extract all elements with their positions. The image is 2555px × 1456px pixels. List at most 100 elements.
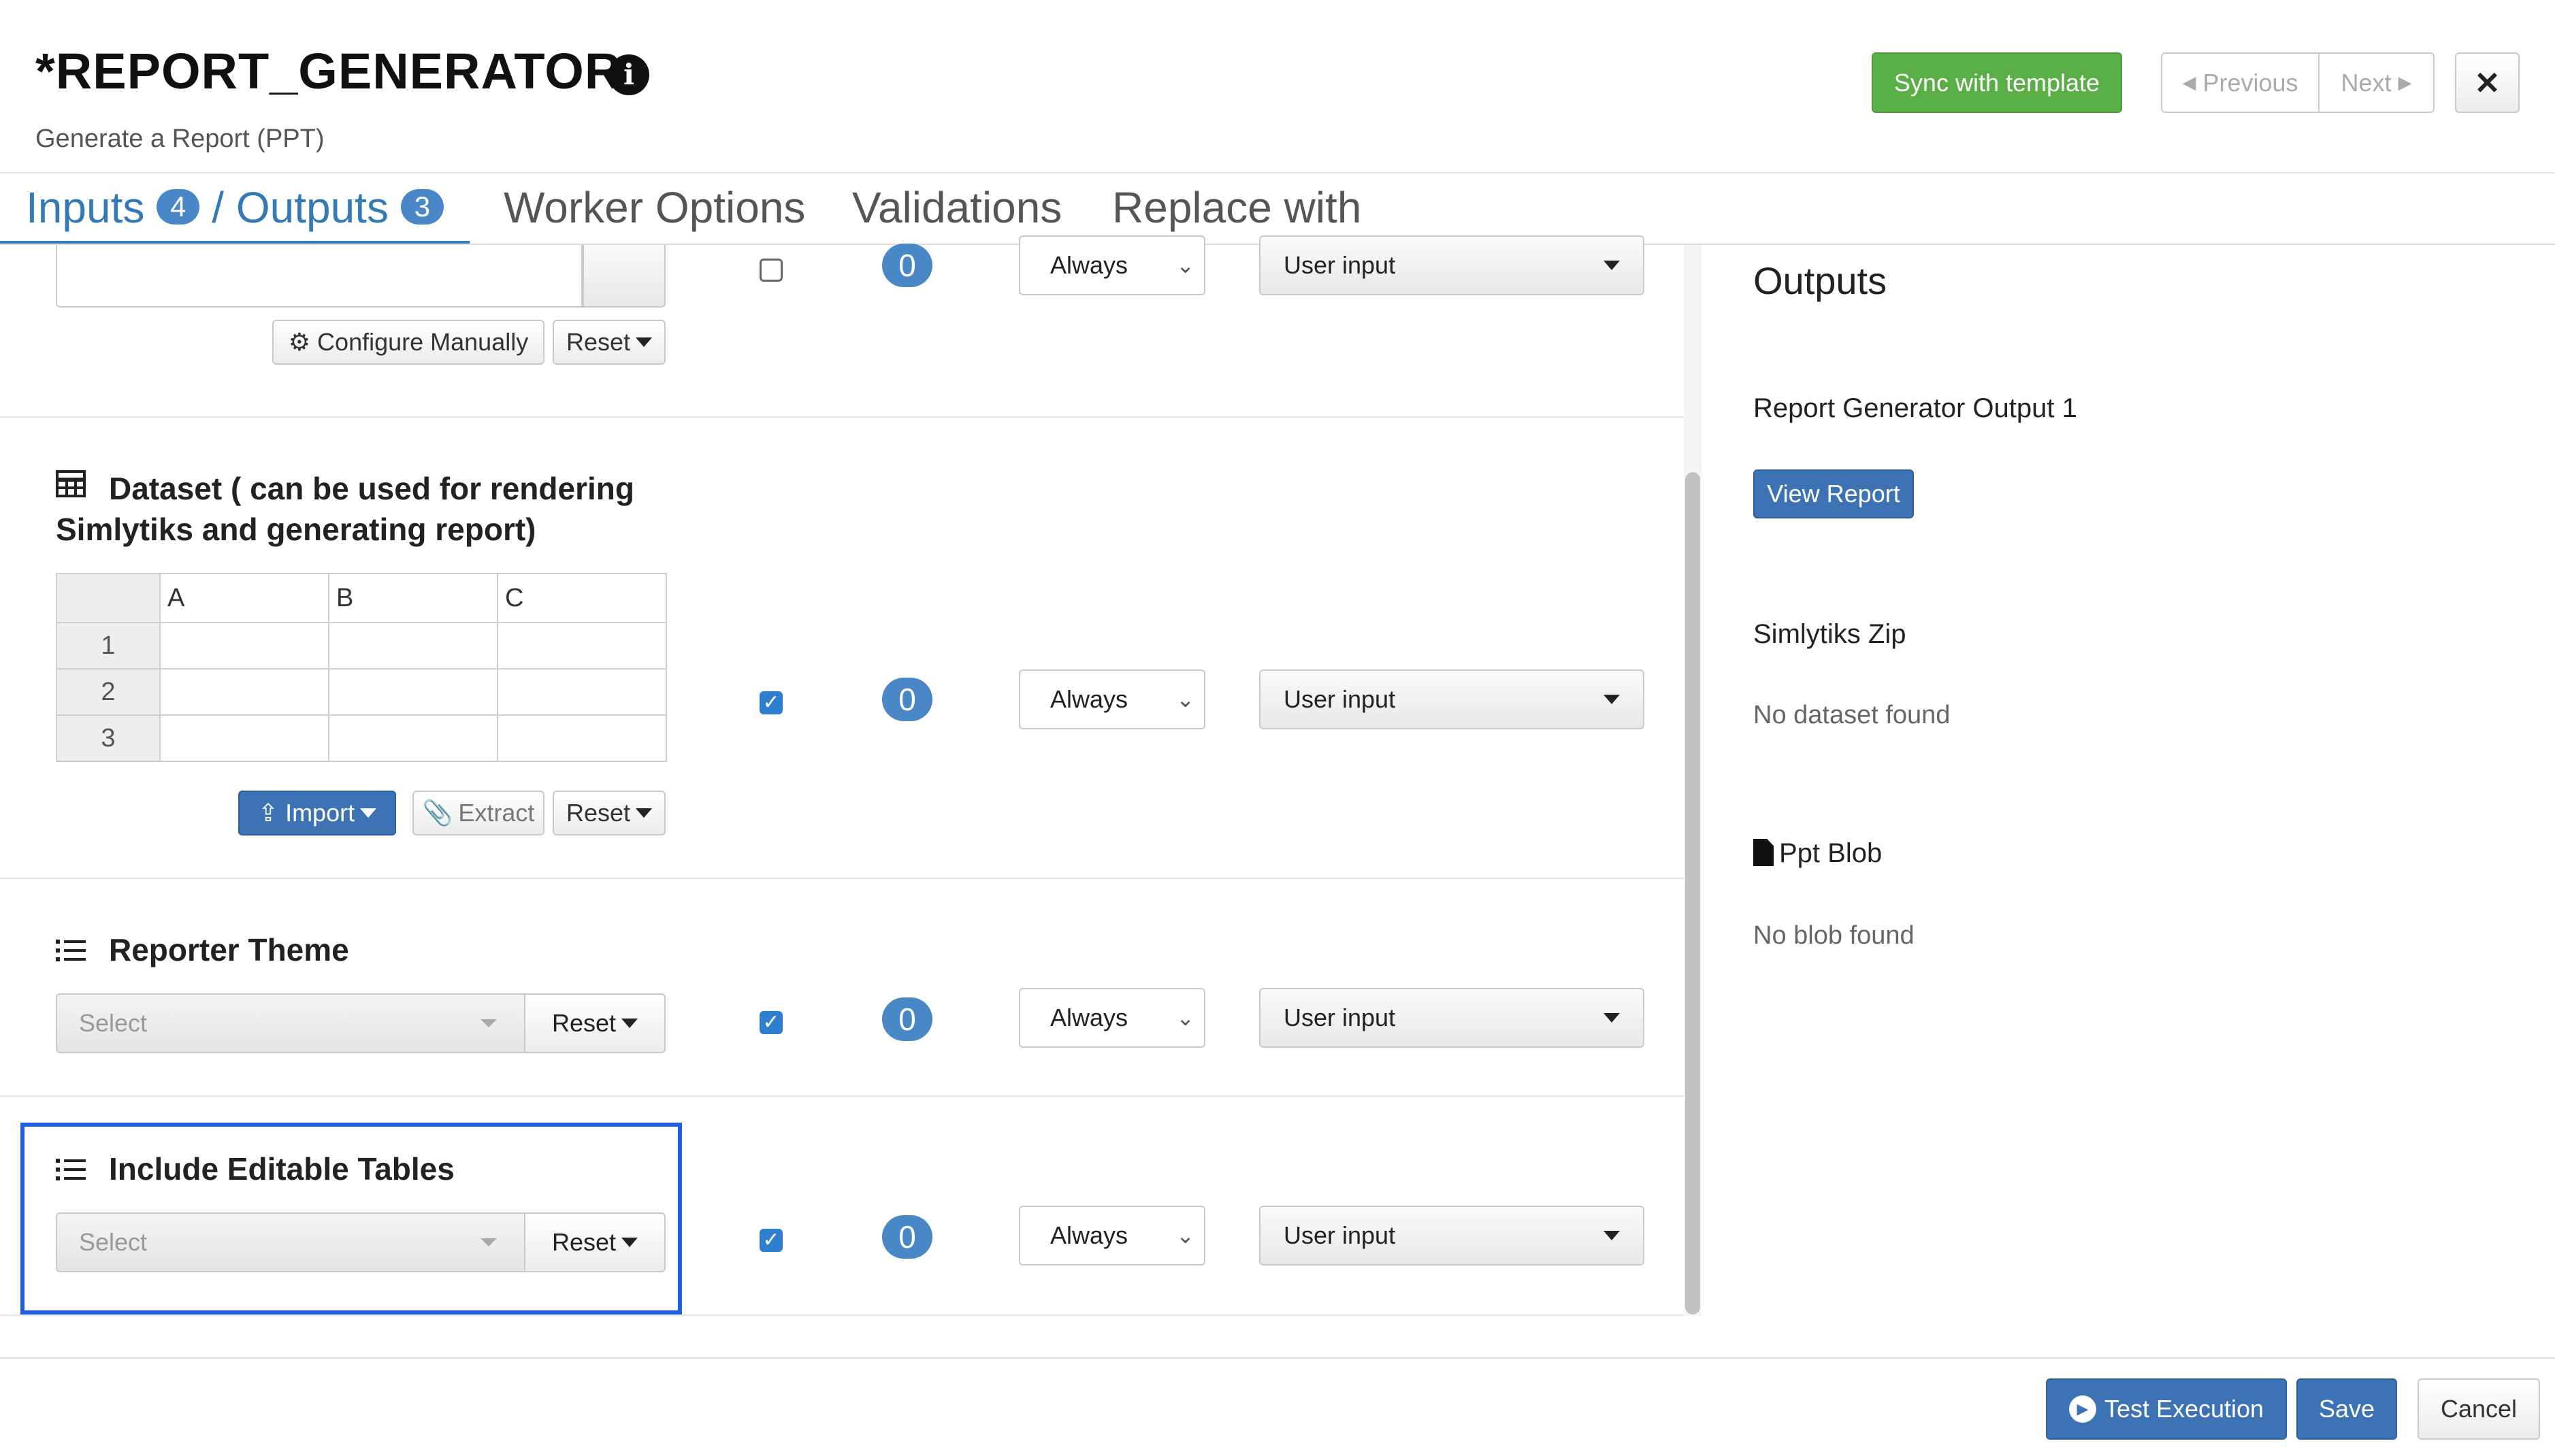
gear-icon: ⚙: [288, 328, 311, 356]
extract-button[interactable]: 📎 Extract: [412, 791, 544, 835]
include-editable-tables-count-badge: 0: [882, 1215, 932, 1259]
caret-left-icon: ◀: [2182, 72, 2196, 93]
tab-replace-with[interactable]: Replace with: [1112, 182, 1361, 233]
reporter-theme-condition-value: Always: [1050, 1004, 1128, 1031]
grid-cell[interactable]: [497, 668, 667, 716]
row0-count-badge: 0: [882, 244, 932, 287]
caret-down-icon: [360, 808, 377, 818]
row0-source-select[interactable]: User input: [1259, 235, 1644, 295]
dataset-title-line2: Simlytiks and generating report): [56, 512, 536, 547]
import-label: Import: [285, 799, 355, 827]
tab-worker-options[interactable]: Worker Options: [504, 182, 805, 233]
tab-inputs-outputs[interactable]: Inputs 4 / Outputs 3: [26, 182, 444, 233]
close-icon: ✕: [2474, 65, 2501, 101]
grid-cell[interactable]: [159, 622, 329, 669]
caret-down-icon: [1604, 695, 1620, 704]
grid-cell[interactable]: [159, 668, 329, 716]
grid-row-header[interactable]: 1: [56, 622, 161, 669]
dataset-condition-select[interactable]: Always ⌄: [1019, 669, 1205, 729]
row0-condition-select[interactable]: Always ⌄: [1019, 235, 1205, 295]
row-divider: [0, 878, 1684, 879]
output-simlytiks-label: Simlytiks Zip: [1753, 619, 1906, 649]
test-execution-label: Test Execution: [2104, 1395, 2264, 1423]
row0-condition-value: Always: [1050, 251, 1128, 279]
output-ppt-blob-status: No blob found: [1753, 921, 1915, 950]
grid-cell[interactable]: [159, 714, 329, 762]
grid-row-header[interactable]: 3: [56, 714, 161, 762]
scrollbar-thumb[interactable]: [1685, 472, 1700, 1314]
dataset-source-select[interactable]: User input: [1259, 669, 1644, 729]
grid-row-header[interactable]: 2: [56, 668, 161, 716]
grid-column-header[interactable]: C: [497, 573, 667, 623]
caret-down-icon: [481, 1019, 497, 1027]
cancel-button[interactable]: Cancel: [2418, 1378, 2540, 1440]
caret-right-icon: ▶: [2398, 72, 2412, 93]
footer-divider: [0, 1357, 2555, 1359]
file-icon: [1753, 839, 1774, 866]
reporter-theme-reset-button[interactable]: Reset: [524, 993, 666, 1053]
reporter-theme-source-select[interactable]: User input: [1259, 988, 1644, 1048]
reporter-theme-title: Reporter Theme: [109, 932, 349, 967]
page-title: *REPORT_GENERATOR: [35, 43, 622, 99]
play-circle-icon: ▶: [2068, 1395, 2096, 1423]
reporter-theme-condition-select[interactable]: Always ⌄: [1019, 988, 1205, 1048]
grid-column-header[interactable]: B: [328, 573, 498, 623]
dataset-reset-label: Reset: [566, 799, 631, 827]
reporter-theme-reset-label: Reset: [551, 1009, 617, 1037]
output-ppt-blob-label: Ppt Blob: [1779, 838, 1883, 868]
view-report-button[interactable]: View Report: [1753, 469, 1914, 518]
grid-cell[interactable]: [497, 714, 667, 762]
upload-icon: ⇪: [257, 799, 279, 827]
dataset-reset-button[interactable]: Reset: [553, 791, 666, 835]
include-editable-tables-condition-select[interactable]: Always ⌄: [1019, 1206, 1205, 1265]
textarea-addon-button[interactable]: [583, 245, 666, 308]
caret-down-icon: [1604, 1013, 1620, 1023]
reporter-theme-select[interactable]: Select: [56, 993, 525, 1053]
inputs-count-badge: 4: [157, 189, 200, 225]
include-editable-tables-required-checkbox[interactable]: ✓: [760, 1229, 783, 1252]
close-button[interactable]: ✕: [2455, 52, 2520, 113]
dataset-grid[interactable]: A B C 1 2 3: [56, 573, 667, 762]
grid-cell[interactable]: [328, 622, 498, 669]
chevron-down-icon: ⌄: [1176, 1223, 1194, 1248]
row0-required-checkbox[interactable]: [760, 259, 783, 282]
caret-down-icon: [636, 337, 653, 347]
include-editable-tables-condition-value: Always: [1050, 1221, 1128, 1249]
output-report-label: Report Generator Output 1: [1753, 393, 2077, 423]
dataset-count-badge: 0: [882, 678, 932, 721]
caret-down-icon: [1604, 1231, 1620, 1240]
save-button[interactable]: Save: [2296, 1378, 2397, 1440]
page-subtitle: Generate a Report (PPT): [35, 125, 325, 153]
test-execution-button[interactable]: ▶ Test Execution: [2046, 1378, 2287, 1440]
configure-manually-button[interactable]: ⚙ Configure Manually: [272, 320, 544, 365]
reporter-theme-required-checkbox[interactable]: ✓: [760, 1011, 783, 1034]
tab-validations[interactable]: Validations: [852, 182, 1062, 233]
header-divider: [0, 172, 2555, 173]
grid-cell[interactable]: [328, 714, 498, 762]
selection-highlight: [20, 1123, 682, 1314]
outputs-title: Outputs: [1753, 259, 1887, 302]
previous-button[interactable]: ◀ Previous: [2161, 52, 2320, 113]
configure-manually-label: Configure Manually: [317, 328, 529, 356]
row0-reset-button[interactable]: Reset: [553, 320, 666, 365]
configuration-textarea[interactable]: [56, 245, 583, 308]
table-icon: [56, 468, 86, 505]
grid-cell[interactable]: [497, 622, 667, 669]
dataset-required-checkbox[interactable]: ✓: [760, 691, 783, 714]
grid-cell[interactable]: [328, 668, 498, 716]
next-button[interactable]: Next ▶: [2318, 52, 2435, 113]
import-button[interactable]: ⇪ Import: [238, 791, 396, 835]
include-editable-tables-source-select[interactable]: User input: [1259, 1206, 1644, 1265]
output-ppt-blob: Ppt Blob: [1753, 838, 1882, 869]
include-editable-tables-source-value: User input: [1284, 1221, 1396, 1249]
dataset-source-value: User input: [1284, 685, 1396, 713]
extract-label: Extract: [458, 799, 535, 827]
info-icon[interactable]: i: [608, 54, 649, 95]
grid-column-header[interactable]: A: [159, 573, 329, 623]
grid-corner: [56, 573, 161, 623]
reporter-theme-placeholder: Select: [79, 1009, 148, 1037]
tab-inputs-label: Inputs: [26, 183, 145, 232]
sync-with-template-button[interactable]: Sync with template: [1872, 52, 2122, 113]
row-divider: [0, 416, 1684, 418]
dataset-title-line1: Dataset ( can be used for rendering: [109, 471, 634, 506]
